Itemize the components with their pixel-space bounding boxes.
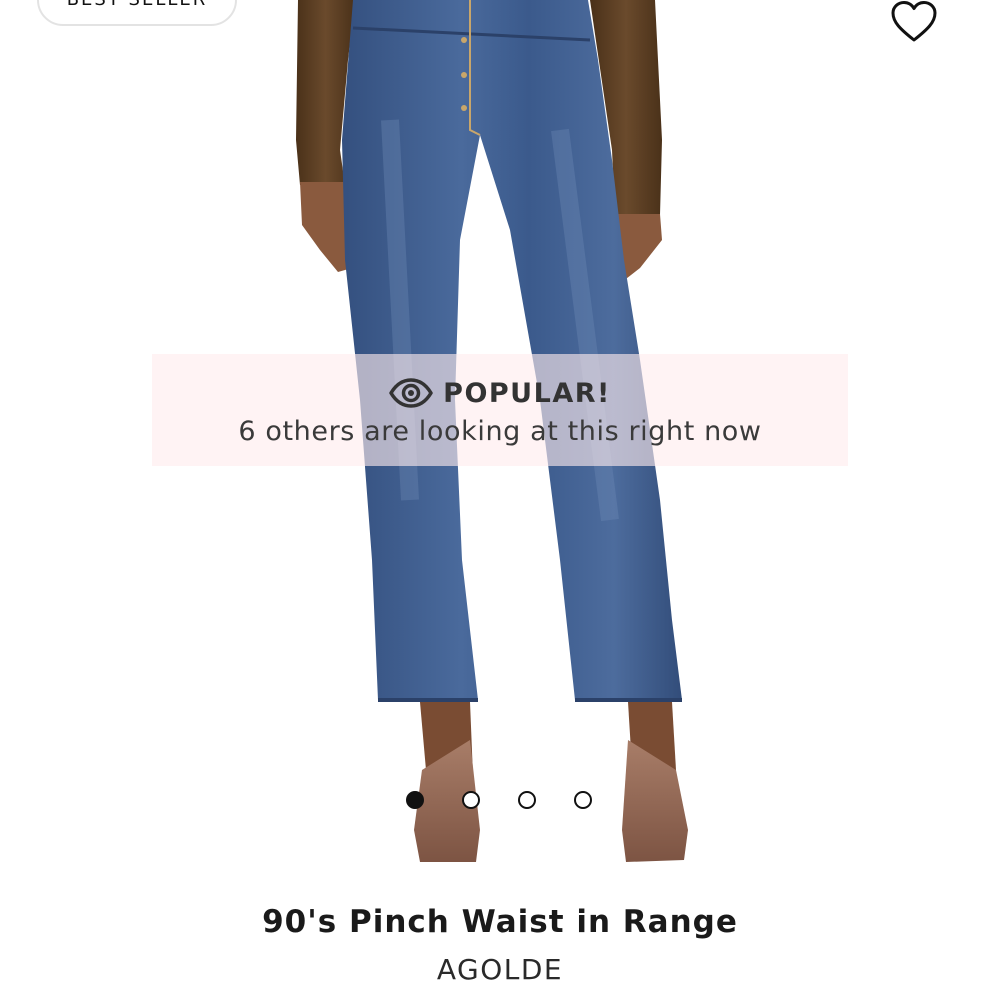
carousel-dot-2[interactable] [462, 791, 480, 809]
product-page: BEST SELLER POPULAR! 6 others are lookin… [0, 0, 1000, 1000]
carousel-dot-1[interactable] [406, 791, 424, 809]
carousel-dot-4[interactable] [574, 791, 592, 809]
wishlist-button[interactable] [890, 0, 938, 44]
heart-outline-icon [891, 1, 937, 42]
best-seller-label: BEST SELLER [67, 0, 208, 10]
popular-title: POPULAR! [443, 377, 611, 409]
carousel-dot-3[interactable] [518, 791, 536, 809]
carousel-dots [406, 791, 592, 809]
popular-headline: POPULAR! [152, 376, 848, 410]
best-seller-badge: BEST SELLER [37, 0, 237, 26]
popular-banner: POPULAR! 6 others are looking at this ri… [152, 354, 848, 466]
product-title: 90's Pinch Waist in Range [262, 904, 738, 940]
popular-subtitle: 6 others are looking at this right now [238, 416, 762, 447]
eye-icon [389, 378, 433, 408]
product-brand[interactable]: AGOLDE [0, 953, 1000, 986]
